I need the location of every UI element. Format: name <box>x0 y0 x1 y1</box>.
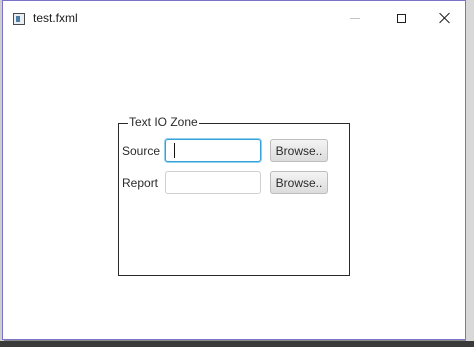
maximize-button[interactable] <box>379 1 423 35</box>
maximize-icon <box>396 13 406 23</box>
close-icon <box>439 12 451 24</box>
minimize-button[interactable] <box>333 1 377 35</box>
title-bar[interactable]: test.fxml <box>3 1 465 35</box>
report-browse-button[interactable]: Browse.. <box>270 171 328 194</box>
close-button[interactable] <box>423 1 467 35</box>
window-title: test.fxml <box>33 11 78 25</box>
app-icon <box>13 13 25 25</box>
background-window-edge-right <box>466 0 474 347</box>
taskbar-edge <box>0 341 474 347</box>
source-input[interactable] <box>165 139 261 162</box>
text-caret <box>174 143 175 158</box>
minimize-icon <box>350 17 360 19</box>
source-browse-button[interactable]: Browse.. <box>270 139 328 162</box>
group-legend: Text IO Zone <box>128 115 199 130</box>
source-label: Source <box>122 144 161 158</box>
report-label: Report <box>122 176 159 190</box>
report-input[interactable] <box>165 171 261 194</box>
